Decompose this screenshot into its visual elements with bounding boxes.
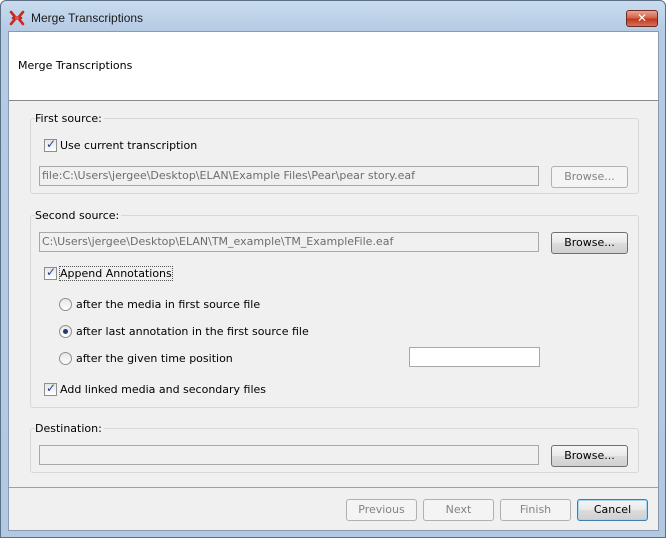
- radio-after-last-annotation[interactable]: [59, 325, 72, 338]
- radio-after-media[interactable]: [59, 298, 72, 311]
- dialog-client-area: Merge Transcriptions First source: ✓ Use…: [8, 31, 659, 531]
- destination-browse-button[interactable]: Browse...: [551, 445, 628, 467]
- append-annotations-label[interactable]: Append Annotations: [59, 266, 173, 281]
- close-button[interactable]: ✕: [626, 10, 658, 27]
- use-current-transcription-checkbox[interactable]: ✓: [44, 137, 57, 152]
- radio-after-last-annotation-label[interactable]: after last annotation in the first sourc…: [76, 325, 309, 338]
- append-annotations-checkbox[interactable]: ✓: [44, 265, 57, 280]
- radio-after-media-label[interactable]: after the media in first source file: [76, 298, 260, 311]
- footer-separator: [9, 487, 658, 488]
- window-title: Merge Transcriptions: [31, 11, 144, 25]
- checkmark-icon: ✓: [46, 137, 57, 151]
- elan-logo-icon: [9, 10, 25, 26]
- close-icon: ✕: [636, 11, 648, 25]
- wizard-step-title: Merge Transcriptions: [18, 59, 133, 72]
- first-source-path-field[interactable]: file:C:\Users\jergee\Desktop\ELAN\Exampl…: [39, 166, 539, 186]
- cancel-button[interactable]: Cancel: [577, 499, 648, 521]
- next-button[interactable]: Next: [423, 499, 494, 521]
- radio-after-time-position-label[interactable]: after the given time position: [76, 352, 233, 365]
- title-bar[interactable]: Merge Transcriptions ✕: [1, 1, 665, 31]
- destination-path-field[interactable]: [39, 445, 539, 465]
- use-current-transcription-label[interactable]: Use current transcription: [60, 139, 197, 152]
- second-source-browse-button[interactable]: Browse...: [551, 232, 628, 254]
- linked-media-label[interactable]: Add linked media and secondary files: [60, 383, 266, 396]
- checkmark-icon: ✓: [46, 381, 57, 395]
- first-source-browse-button[interactable]: Browse...: [551, 166, 628, 188]
- previous-button[interactable]: Previous: [346, 499, 417, 521]
- first-source-label: First source:: [35, 112, 104, 125]
- radio-selected-dot: [63, 329, 68, 334]
- finish-button[interactable]: Finish: [500, 499, 571, 521]
- radio-after-time-position[interactable]: [59, 352, 72, 365]
- dialog-window: Merge Transcriptions ✕ Merge Transcripti…: [0, 0, 666, 538]
- destination-label: Destination:: [35, 422, 104, 435]
- second-source-label: Second source:: [35, 209, 122, 222]
- time-position-field[interactable]: [409, 347, 540, 367]
- wizard-header: Merge Transcriptions: [9, 32, 658, 101]
- checkmark-icon: ✓: [46, 265, 57, 279]
- linked-media-checkbox[interactable]: ✓: [44, 381, 57, 396]
- second-source-path-field[interactable]: C:\Users\jergee\Desktop\ELAN\TM_example\…: [39, 232, 539, 252]
